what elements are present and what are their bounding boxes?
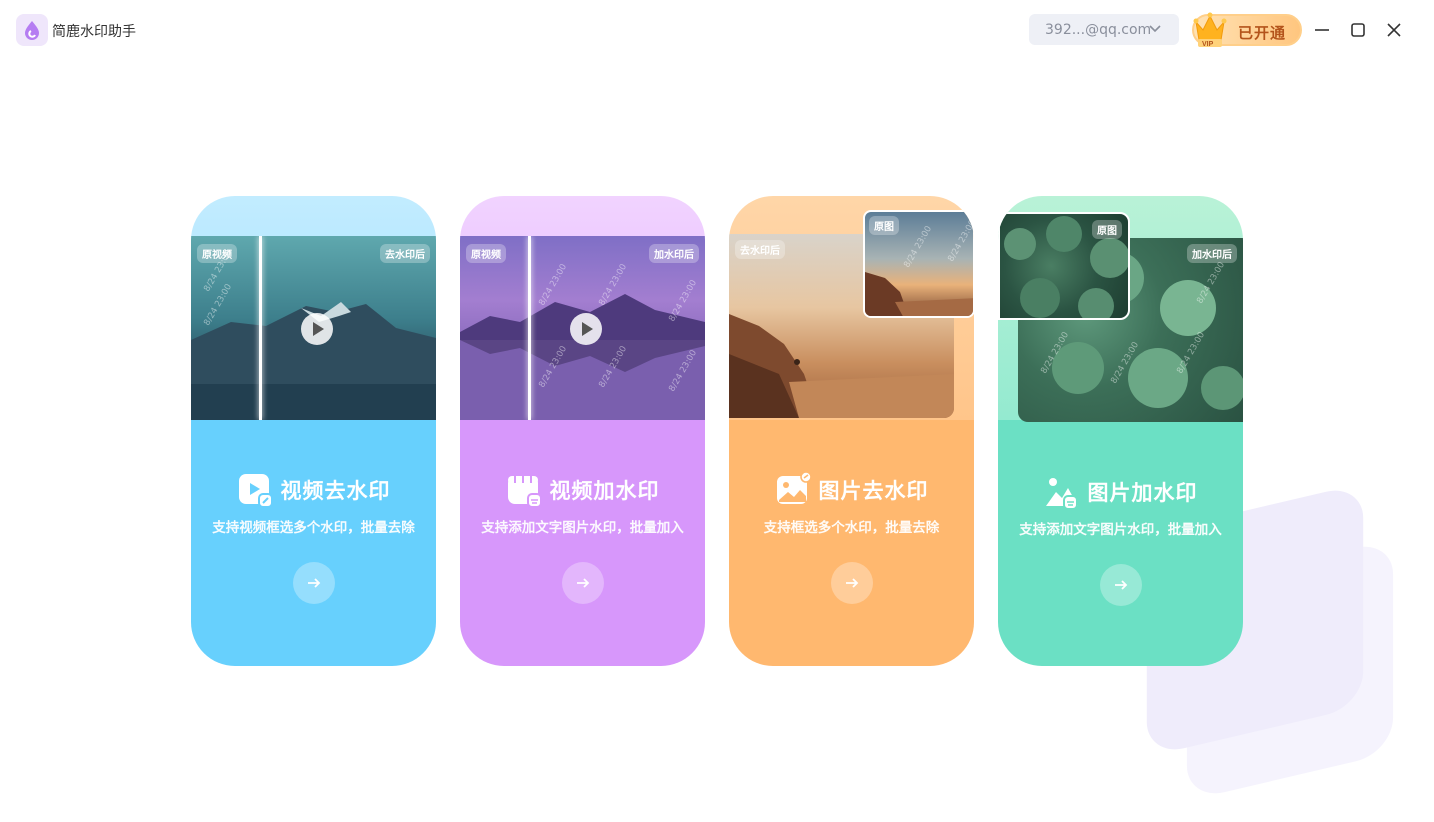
original-image-thumbnail: 原图: [998, 212, 1130, 320]
app-title: 简鹿水印助手: [52, 24, 136, 40]
title-bar: 简鹿水印助手 392...@qq.com VIP 已开通: [0, 0, 1434, 60]
account-dropdown[interactable]: 392...@qq.com: [1029, 14, 1179, 45]
arrow-right-button[interactable]: [562, 562, 604, 604]
arrow-right-icon: [846, 578, 859, 588]
play-icon[interactable]: [301, 313, 333, 345]
arrow-right-button[interactable]: [293, 562, 335, 604]
card-title: 图片加水印: [1087, 481, 1198, 505]
calendar-video-icon: [507, 476, 542, 508]
play-icon[interactable]: [570, 313, 602, 345]
tag-result: 加水印后: [649, 244, 699, 263]
arrow-right-button[interactable]: [831, 562, 873, 604]
chevron-down-icon: [1149, 25, 1161, 33]
card-description: 支持框选多个水印，批量去除: [763, 520, 940, 536]
compare-divider[interactable]: [528, 236, 531, 420]
card-video-add-watermark[interactable]: 8/24 23:00 8/24 23:00 8/24 23:00 8/24 23…: [460, 196, 705, 666]
card-description: 支持视频框选多个水印，批量去除: [212, 520, 415, 536]
card-title: 视频加水印: [549, 479, 660, 503]
arrow-right-icon: [308, 578, 321, 588]
vip-label: 已开通: [1238, 24, 1287, 42]
tag-result: 去水印后: [380, 244, 430, 263]
arrow-right-button[interactable]: [1100, 564, 1142, 606]
crown-icon: VIP: [1193, 12, 1227, 48]
card-video-remove-watermark[interactable]: 8/24 23:00 8/24 23:00 原视频 去水印后 视频去水印 支持视…: [191, 196, 436, 666]
app-logo-icon: [16, 14, 48, 46]
tag-original: 原图: [1092, 220, 1122, 239]
tag-original: 原视频: [466, 244, 506, 263]
tag-original: 原图: [869, 216, 899, 235]
card-title: 图片去水印: [818, 479, 929, 503]
purple-lake-image: 8/24 23:00 8/24 23:00 8/24 23:00 8/24 23…: [460, 236, 705, 420]
card-description: 支持添加文字图片水印，批量加入: [481, 520, 684, 536]
account-email: 392...@qq.com: [1045, 21, 1152, 38]
card-title: 视频去水印: [280, 479, 391, 503]
arrow-right-icon: [1115, 580, 1128, 590]
compare-divider[interactable]: [259, 236, 262, 420]
landscape-icon: [1045, 478, 1078, 510]
card-description: 支持添加文字图片水印，批量加入: [1019, 522, 1222, 538]
video-icon: [238, 474, 273, 508]
vip-status-button[interactable]: VIP 已开通: [1192, 12, 1302, 48]
tag-result: 去水印后: [735, 240, 785, 259]
mountain-lake-image: 8/24 23:00 8/24 23:00 原视频 去水印后: [191, 236, 436, 420]
close-icon[interactable]: [1384, 20, 1404, 40]
arrow-right-icon: [577, 578, 590, 588]
original-image-thumbnail: 8/24 23:00 8/24 23:00 原图: [863, 210, 974, 318]
tag-original: 原视频: [197, 244, 237, 263]
tag-result: 加水印后: [1187, 244, 1237, 263]
minimize-icon[interactable]: [1312, 20, 1332, 40]
maximize-icon[interactable]: [1348, 20, 1368, 40]
card-image-remove-watermark[interactable]: 去水印后 8/24 23:00 8/24 23:00 原图 图片去水印 支持框选…: [729, 196, 974, 666]
card-image-add-watermark[interactable]: 8/24 23:00 8/24 23:00 8/24 23:00 8/24 23…: [998, 196, 1243, 666]
image-icon: [776, 472, 811, 504]
vip-badge-text: VIP: [1202, 41, 1214, 48]
